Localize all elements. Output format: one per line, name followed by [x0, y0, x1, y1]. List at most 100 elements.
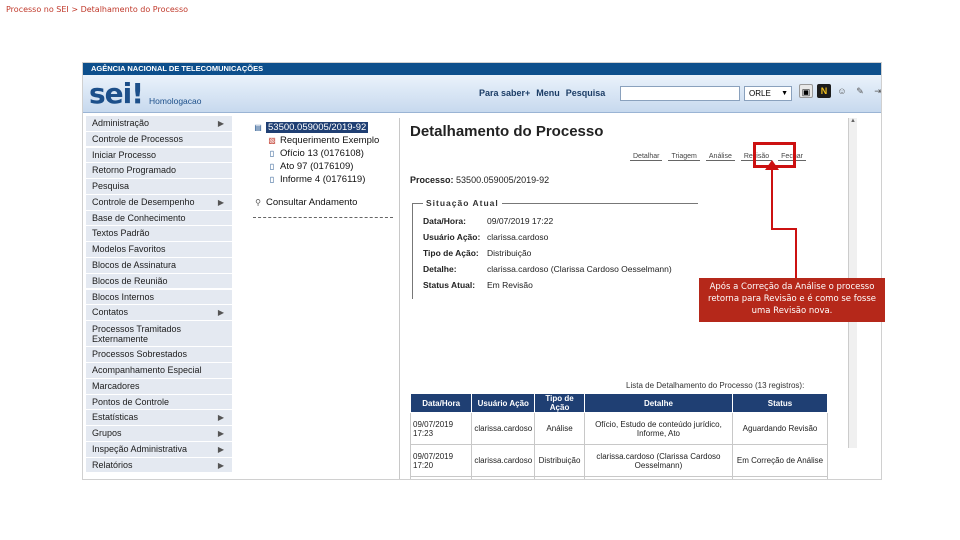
exit-icon[interactable]: ⇥: [871, 84, 881, 98]
table-row: 09/07/2019 17:20 clarissa.cardoso Distribu…: [409, 444, 829, 477]
column-header: Status: [731, 393, 829, 413]
scroll-up-icon[interactable]: ▲: [849, 118, 857, 124]
process-number: Processo: 53500.059005/2019-92: [410, 175, 549, 185]
folder-icon: ▤: [254, 123, 262, 132]
wrench-icon[interactable]: ✎: [853, 84, 867, 98]
menu-item[interactable]: Pontos de Controle: [86, 394, 232, 411]
menu-item[interactable]: Pesquisa: [86, 179, 232, 195]
tree-root[interactable]: ▤ 53500.059005/2019-92: [253, 121, 396, 134]
menu-item[interactable]: Processos Tramitados Externamente: [86, 321, 232, 348]
table-header-row: Data/Hora Usuário Ação Tipo de Ação Deta…: [409, 393, 829, 413]
nav-pesquisa[interactable]: Pesquisa: [566, 88, 606, 98]
action-triagem[interactable]: Triagem: [668, 153, 700, 161]
tree-separator: [253, 217, 393, 218]
menu-item-label: Acompanhamento Especial: [92, 365, 202, 376]
menu-item[interactable]: Retorno Programado: [86, 163, 232, 179]
tree-item[interactable]: ▯ Ofício 13 (0176108): [253, 147, 396, 160]
table-cell: Em Correção de Análise: [731, 444, 829, 477]
shield-icon[interactable]: ▣: [799, 84, 813, 98]
table-cell: clarissa.cardoso: [471, 412, 536, 445]
status-row: Data/Hora: 09/07/2019 17:22: [423, 216, 553, 226]
menu-item[interactable]: Modelos Favoritos: [86, 242, 232, 258]
detail-panel: Detalhamento do Processo Detalhar Triage…: [409, 123, 850, 479]
menu-item-label: Grupos: [92, 428, 122, 439]
chevron-right-icon: ▶: [217, 197, 224, 207]
breadcrumb: Processo no SEI > Detalhamento do Proces…: [6, 5, 189, 14]
column-header: Data/Hora: [409, 393, 473, 413]
menu-item[interactable]: Textos Padrão: [86, 226, 232, 243]
menu-item[interactable]: Inspeção Administrativa ▶: [86, 442, 232, 458]
menu-item[interactable]: Relatórios ▶: [86, 457, 232, 474]
status-value: 09/07/2019 17:22: [487, 216, 554, 226]
menu-item-label: Contatos: [92, 307, 129, 318]
callout-line: [795, 228, 797, 278]
menu-item[interactable]: Blocos Internos: [86, 289, 232, 306]
unit-select[interactable]: ORLE ▼: [744, 86, 792, 101]
tree-item-label: Ofício 13 (0176108): [280, 148, 364, 159]
menu-item[interactable]: Controle de Processos: [86, 131, 232, 148]
menu-item[interactable]: Marcadores: [86, 378, 232, 395]
menu-item[interactable]: Base de Conhecimento: [86, 210, 232, 227]
tree-root-label: 53500.059005/2019-92: [266, 122, 369, 133]
table-cell: Ofício, Estudo de conteúdo jurídico, Inf…: [583, 412, 733, 445]
chevron-down-icon: ▼: [781, 90, 788, 97]
user-icon[interactable]: ☺: [835, 84, 849, 98]
consult-link[interactable]: ⚲ Consultar Andamento: [253, 196, 396, 209]
menu-item[interactable]: Processos Sobrestados: [86, 347, 232, 363]
agency-bar: AGÊNCIA NACIONAL DE TELECOMUNICAÇÕES: [83, 63, 881, 75]
environment-label: Homologacao: [149, 95, 202, 106]
menu-item[interactable]: Acompanhamento Especial: [86, 363, 232, 379]
table-cell: clarissa.cardoso: [471, 444, 536, 477]
table-cell: Voltar para a Fila: [583, 476, 733, 479]
menu-item[interactable]: Administração ▶: [86, 116, 232, 132]
tree-item[interactable]: ▯ Informe 4 (0176119): [253, 173, 396, 186]
menu-item-label: Iniciar Processo: [92, 149, 157, 160]
action-detalhar[interactable]: Detalhar: [630, 153, 663, 161]
chevron-right-icon: ▶: [217, 308, 224, 318]
search-input[interactable]: [620, 86, 740, 101]
menu-item-label: Processos Sobrestados: [92, 349, 188, 360]
menu-item-label: Base de Conhecimento: [92, 212, 186, 223]
tree-item-label: Requerimento Exemplo: [280, 135, 380, 146]
menu-item[interactable]: Estatísticas ▶: [86, 410, 232, 427]
status-value: clarissa.cardoso: [487, 232, 549, 242]
menu-item-label: Controle de Desempenho: [92, 196, 195, 207]
menu-item[interactable]: Iniciar Processo: [86, 147, 232, 164]
status-key: Status Atual:: [423, 280, 476, 290]
nav-menu[interactable]: Menu: [536, 88, 560, 98]
list-caption: Lista de Detalhamento do Processo (13 re…: [626, 381, 805, 390]
menu-item[interactable]: Contatos ▶: [86, 305, 232, 321]
chevron-right-icon: ▶: [217, 119, 224, 128]
table-row: 09/07/2019 17:23 clarissa.cardoso Análise O…: [409, 412, 829, 445]
menu-item[interactable]: Blocos de Assinatura: [86, 258, 232, 274]
menu-item-label: Controle de Processos: [92, 133, 184, 144]
current-status-box: Situação Atual Data/Hora: 09/07/2019 17:…: [412, 198, 698, 299]
main-menu: Administração ▶ Controle de Processos Inici…: [86, 116, 232, 474]
menu-item[interactable]: Blocos de Reunião: [86, 273, 232, 290]
table-cell: clarissa.cardoso (Clarissa Cardoso Oesse…: [583, 444, 733, 477]
news-icon[interactable]: N: [817, 84, 831, 98]
menu-item-label: Pesquisa: [92, 181, 130, 192]
column-header: Tipo de Ação: [534, 393, 585, 413]
menu-item-label: Modelos Favoritos: [92, 244, 166, 255]
table-cell: clarissa.cardoso: [471, 476, 536, 479]
process-value: 53500.059005/2019-92: [456, 175, 550, 185]
tree-item[interactable]: ▧ Requerimento Exemplo: [253, 134, 396, 147]
pdf-icon: ▧: [268, 136, 276, 145]
tree-item[interactable]: ▯ Ato 97 (0176109): [253, 160, 396, 173]
status-row: Usuário Ação: clarissa.cardoso: [423, 232, 548, 242]
menu-item[interactable]: Controle de Desempenho ▶: [86, 194, 232, 211]
nav-para-saber[interactable]: Para saber+: [479, 88, 530, 98]
sei-logo[interactable]: sei!: [89, 77, 144, 110]
menu-item-label: Processos Tramitados Externamente: [92, 324, 182, 345]
page-title: Detalhamento do Processo: [410, 123, 604, 140]
process-tree: ▤ 53500.059005/2019-92 ▧ Requerimento Ex…: [253, 121, 396, 218]
header-nav: Para saber+ Menu Pesquisa: [479, 88, 605, 98]
menu-item[interactable]: Grupos ▶: [86, 426, 232, 442]
document-icon: ▯: [269, 149, 275, 158]
column-header: Usuário Ação: [471, 393, 536, 413]
menu-item-label: Estatísticas: [92, 412, 139, 423]
chevron-right-icon: ▶: [217, 445, 224, 455]
action-analise[interactable]: Análise: [705, 153, 735, 161]
status-row: Tipo de Ação: Distribuição: [423, 248, 531, 258]
